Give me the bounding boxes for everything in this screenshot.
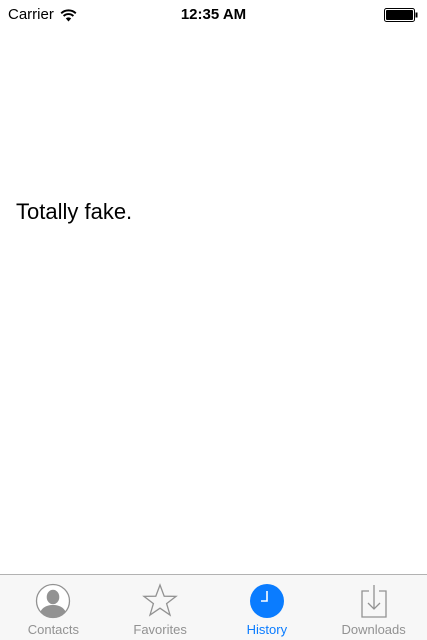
tab-downloads[interactable]: Downloads <box>320 575 427 640</box>
contacts-icon <box>36 583 71 619</box>
tab-label-favorites: Favorites <box>133 622 187 637</box>
content-text: Totally fake. <box>16 199 133 224</box>
tab-bar: Contacts Favorites History Downloads <box>0 574 427 640</box>
status-time: 12:35 AM <box>180 6 247 23</box>
status-bar: Carrier 12:35 AM <box>0 0 427 30</box>
tab-label-contacts: Contacts <box>27 622 80 637</box>
clock-icon <box>249 584 284 618</box>
star-icon <box>142 583 179 617</box>
tab-contacts[interactable]: Contacts <box>0 575 107 640</box>
battery-full-icon <box>384 8 418 22</box>
tab-label-downloads: Downloads <box>341 622 406 637</box>
tab-favorites[interactable]: Favorites <box>107 575 214 640</box>
tab-history[interactable]: History <box>214 575 321 640</box>
tab-label-history: History <box>246 622 288 637</box>
download-icon <box>360 585 387 618</box>
